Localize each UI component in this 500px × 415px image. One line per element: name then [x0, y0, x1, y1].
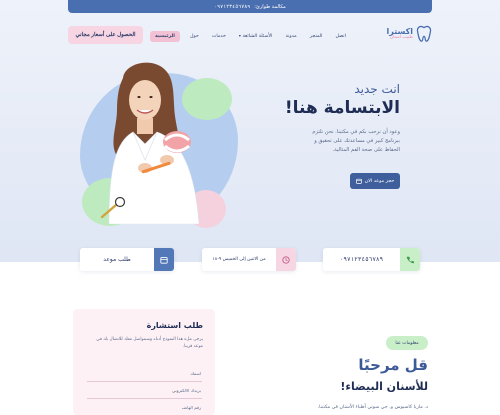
- free-quote-button[interactable]: الحصول على أسعار مجاني: [68, 26, 143, 44]
- hours-card: من الاثنين إلى الخميس ٩-١٨: [202, 248, 296, 271]
- nav-item-home[interactable]: الرئيسية: [150, 30, 180, 42]
- emergency-phone[interactable]: ٠٩٧١٢٣٤٥٦٧٨٩: [214, 4, 250, 10]
- appointment-card-label: طلب موعد: [103, 256, 131, 263]
- phone-card[interactable]: ٠٩٧١٢٣٤٥٦٧٨٩: [323, 248, 420, 271]
- nav-item-shop[interactable]: المتجر: [307, 32, 326, 41]
- site-logo[interactable]: اكسترا طبيب اسنان: [386, 25, 432, 43]
- main-nav: الحصول على أسعار مجاني الرئيسية حول خدما…: [68, 24, 432, 48]
- logo-tagline: طبيب اسنان: [389, 34, 413, 40]
- nav-item-about[interactable]: حول: [187, 32, 202, 41]
- book-appointment-button[interactable]: حجز موعد الان: [350, 173, 400, 189]
- emergency-topbar: مكالمة طوارئ: ٠٩٧١٢٣٤٥٦٧٨٩: [68, 0, 432, 13]
- nav-item-faq-label: الأسئلة الشائعة: [242, 34, 273, 39]
- phone-icon: [400, 248, 420, 271]
- clock-icon: [276, 248, 296, 271]
- hero-description: وعود أن نرحب بكم في مكتبنا. نحن نلتزم بب…: [312, 129, 400, 153]
- hero-text-block: انت جديد الابتسامة هنا! وعود أن نرحب بكم…: [200, 82, 400, 155]
- book-button-label: حجز موعد الان: [364, 178, 395, 184]
- emergency-label: مكالمة طوارئ:: [254, 3, 286, 10]
- tooth-logo-icon: [416, 25, 432, 42]
- dental-mirror-icon: [100, 196, 126, 219]
- name-field[interactable]: [87, 381, 202, 382]
- form-description: يرجى ملء هذا النموذج أدناه وسنتواصل معك …: [96, 337, 203, 350]
- about-description: د. ماريا كاسيوس و. جي سوتي أطباء الأسنان…: [317, 405, 428, 410]
- hero-subtitle: انت جديد: [354, 82, 400, 96]
- about-title: قل مرحبًا: [358, 356, 428, 374]
- hours-card-text: من الاثنين إلى الخميس ٩-١٨: [212, 257, 266, 262]
- about-subtitle: للأسنان البيضاء!: [340, 380, 428, 393]
- appointment-card[interactable]: طلب موعد: [80, 248, 174, 271]
- name-field-label: اسمك: [190, 371, 201, 376]
- email-field[interactable]: [87, 398, 202, 399]
- nav-item-blog[interactable]: مدونة: [282, 32, 299, 41]
- about-badge: معلومات عنا: [386, 336, 428, 350]
- form-title: طلب استشارة: [146, 321, 203, 330]
- hero-title: الابتسامة هنا!: [284, 98, 400, 118]
- calendar-icon: [355, 178, 362, 184]
- phone-card-number: ٠٩٧١٢٣٤٥٦٧٨٩: [339, 256, 384, 263]
- nav-item-faq[interactable]: الأسئلة الشائعة ▾: [236, 31, 276, 41]
- calendar-icon: [154, 248, 174, 271]
- nav-item-services[interactable]: خدمات: [209, 32, 229, 41]
- email-field-label: بريدك الالكتروني: [171, 388, 201, 393]
- phone-field-label: رقم الهاتف: [181, 405, 201, 410]
- nav-menu: الرئيسية حول خدمات الأسئلة الشائعة ▾ مدو…: [150, 30, 388, 42]
- nav-item-contact[interactable]: اتصل: [333, 32, 349, 41]
- consultation-form: طلب استشارة يرجى ملء هذا النموذج أدناه و…: [73, 309, 215, 415]
- chevron-down-icon: ▾: [238, 33, 241, 38]
